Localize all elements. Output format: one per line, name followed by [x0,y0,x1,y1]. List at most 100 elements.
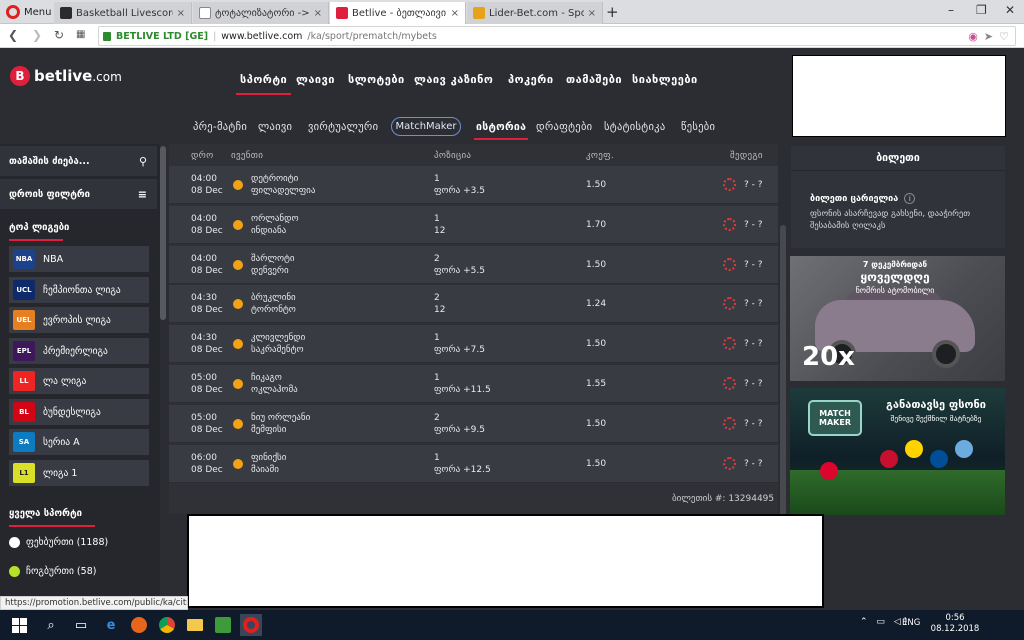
browser-tab[interactable]: ტოტალიზატორი -> თბ × [193,2,329,24]
bet-slip-empty-label: ბილეთი ცარიელია [810,193,899,204]
green-app-icon[interactable] [212,614,234,636]
sub-nav-prematch[interactable]: პრე-მატჩი [193,121,247,133]
content-scrollbar[interactable] [780,225,786,519]
table-row[interactable]: 04:00 08 Dec შარლოტი დენვერი 2 ფორა +5.5 1.50?… [169,246,778,284]
tab-label: Betlive - ბეთლაივი - სპ [352,7,447,19]
new-tab-button[interactable]: + [606,3,619,21]
input-language[interactable]: ENG [902,618,920,628]
send-icon[interactable]: ➤ [984,30,993,43]
minimize-button[interactable]: – [948,3,954,17]
bet-odds: 1.50 [586,459,607,469]
table-row[interactable]: 04:00 08 Dec ორლანდო ინდიანა 1 12 1.70 ? - ? [169,206,778,244]
tab-label: Lider-Bet.com - Sports and [489,7,584,19]
league-item-serie-a[interactable]: SA სერია A [9,429,149,455]
bet-team-away: დენვერი [251,266,289,276]
main-nav-news[interactable]: სიახლეები [632,73,698,86]
sub-nav-live[interactable]: ლაივი [258,121,292,133]
main-nav-games[interactable]: თამაშები [566,73,622,86]
champions-league-logo-icon: UCL [13,280,35,300]
sub-nav-rules[interactable]: წესები [681,121,715,133]
league-item-premier-league[interactable]: EPL პრემიერლიგა [9,338,149,364]
opera-taskbar-icon[interactable] [240,614,262,636]
betlive-logo[interactable]: B betlive.com [10,66,122,86]
matchmaker-promo-title: განათავსე ფსონი [886,398,986,411]
league-item-nba[interactable]: NBA NBA [9,246,149,272]
column-header-event: ივენთი [231,151,264,161]
table-row[interactable]: 04:30 08 Dec ბრუკლინი ტორონტო 2 12 1.24 ? - ? [169,285,778,323]
basketball-icon [233,419,243,429]
bet-team-home: ჩიკაგო [251,373,282,383]
browser-tab[interactable]: Basketball Livescore - Live × [54,2,192,24]
table-row[interactable]: 04:30 08 Dec კლივლენდი საკრამენტო 1 ფორა +7.5… [169,325,778,363]
firefox-icon[interactable] [128,614,150,636]
sport-item-football[interactable]: ფეხბურთი (1188) [9,537,108,548]
league-label: ჩემპიონთა ლიგა [43,284,121,296]
table-row[interactable]: 05:00 08 Dec ნიუ ორლეანი მემფისი 2 ფორა +9.5 1… [169,405,778,443]
browser-tab-active[interactable]: Betlive - ბეთლაივი - სპ × [330,2,466,24]
bet-team-away: ტორონტო [251,305,296,315]
table-row[interactable]: 05:00 08 Dec ჩიკაგო ოკლაჰომა 1 ფორა +11.5 1.55… [169,365,778,403]
league-item-ligue-1[interactable]: L1 ლიგა 1 [9,460,149,486]
close-tab-icon[interactable]: × [314,8,322,19]
league-label: პრემიერლიგა [43,345,108,357]
sub-nav-drafts[interactable]: დრაფტები [536,121,592,133]
certificate-label[interactable]: BETLIVE LTD [GE] [116,31,208,42]
reload-icon[interactable]: ↻ [54,28,64,42]
bet-score: ? - ? [744,220,763,230]
filter-sliders-icon[interactable]: ≡ [138,188,147,201]
bundesliga-logo-icon: BL [13,402,35,422]
basketball-icon [233,260,243,270]
sub-nav-statistics[interactable]: სტატისტიკა [604,121,665,133]
back-icon[interactable]: ❮ [8,28,18,42]
taskbar-clock[interactable]: 0:56 08.12.2018 [930,613,980,635]
bet-time: 05:00 [191,413,217,423]
info-icon[interactable]: i [904,193,916,204]
league-item-bundesliga[interactable]: BL ბუნდესლიგა [9,399,149,425]
liderbet-favicon-icon [473,7,485,19]
heart-icon[interactable]: ♡ [999,30,1009,43]
time-filter[interactable]: დროის ფილტრი ≡ [0,179,157,209]
close-tab-icon[interactable]: × [588,8,596,19]
sidebar-scrollbar[interactable] [160,146,166,320]
sport-item-tennis[interactable]: ჩოგბურთი (58) [9,566,96,577]
bet-pick-detail: ფორა +5.5 [434,266,485,276]
sub-nav-matchmaker[interactable]: MatchMaker [391,117,461,136]
url-field[interactable]: BETLIVE LTD [GE] | www.betlive.com/ka/sp… [98,26,1016,46]
bet-odds: 1.50 [586,339,607,349]
sub-nav-virtual[interactable]: ვირტუალური [308,121,378,133]
file-explorer-icon[interactable] [184,614,206,636]
league-item-champions-league[interactable]: UCL ჩემპიონთა ლიგა [9,277,149,303]
league-label: ბუნდესლიგა [43,406,101,418]
sub-nav-history[interactable]: ისტორია [473,121,529,140]
taskbar-search-icon[interactable]: ⌕ [40,614,62,636]
main-nav-sport[interactable]: სპორტი [235,73,292,95]
league-item-europa-league[interactable]: UEL ევროპის ლიგა [9,307,149,333]
main-nav-slots[interactable]: სლოტები [348,73,405,86]
browser-tab[interactable]: Lider-Bet.com - Sports and × [467,2,603,24]
main-nav-live-casino[interactable]: ლაივ კაზინო [414,73,493,86]
chrome-icon[interactable] [156,614,178,636]
table-row[interactable]: 04:00 08 Dec დეტროიტი ფილადელფია 1 ფორა +3.5 1… [169,166,778,204]
edge-icon[interactable]: e [100,614,122,636]
close-tab-icon[interactable]: × [451,8,459,19]
bet-score: ? - ? [744,459,763,469]
forward-icon[interactable]: ❯ [32,28,42,42]
pending-status-icon [723,337,736,350]
search-icon[interactable]: ⚲ [139,155,147,168]
opera-menu-button[interactable]: Menu [0,0,52,24]
main-nav-poker[interactable]: პოკერი [508,73,554,86]
main-nav-live[interactable]: ლაივი [296,73,335,86]
league-item-la-liga[interactable]: LL ლა ლიგა [9,368,149,394]
bet-date: 08 Dec [191,465,223,475]
close-window-button[interactable]: ✕ [1005,3,1015,17]
task-view-icon[interactable]: ▭ [70,614,92,636]
windows-start-button[interactable] [8,614,30,636]
close-tab-icon[interactable]: × [177,8,185,19]
table-row[interactable]: 06:00 08 Dec ფინიქსი მაიამი 1 ფორა +12.5 1.50?… [169,445,778,483]
bet-score: ? - ? [744,299,763,309]
restore-button[interactable]: ❐ [976,3,987,17]
extension-cube-icon[interactable]: ◉ [968,30,978,43]
game-search[interactable]: თამაშის ძიება... ⚲ [0,146,157,176]
basketball-icon [233,459,243,469]
speed-dial-icon[interactable]: ▦ [76,29,85,40]
